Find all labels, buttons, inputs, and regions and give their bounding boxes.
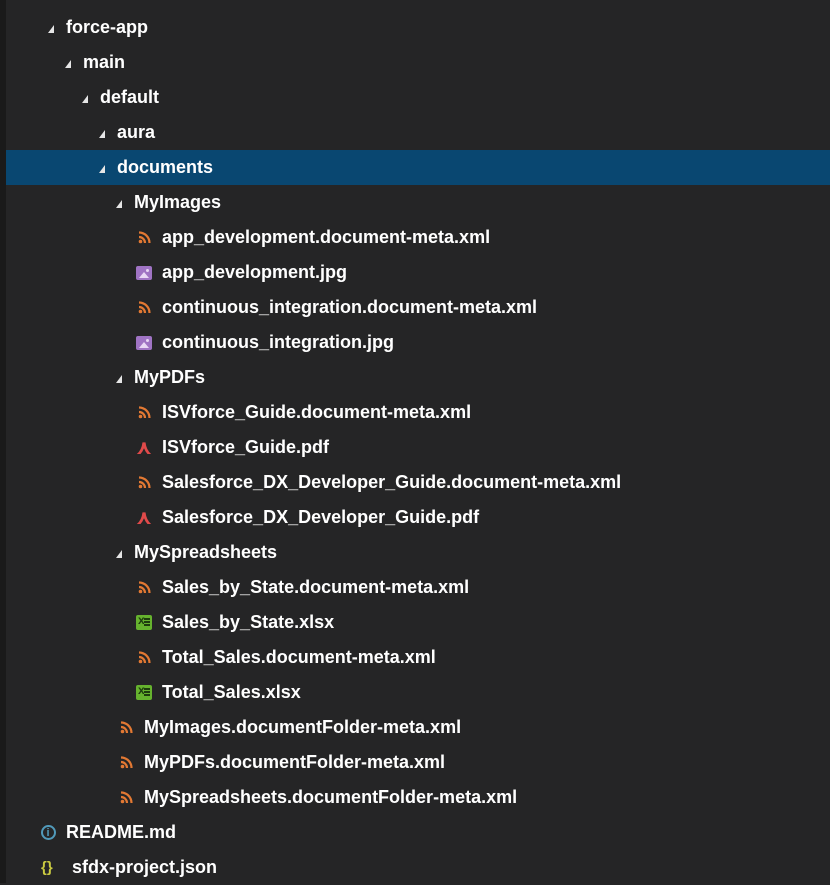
expand-arrow-icon[interactable] — [116, 199, 122, 208]
file-item-continuous-integration-document-meta-xml[interactable]: continuous_integration.document-meta.xml — [6, 290, 830, 325]
item-label: MyPDFs — [134, 367, 206, 387]
item-label: ISVforce_Guide.pdf — [162, 437, 330, 457]
item-label: MyImages.documentFolder-meta.xml — [144, 717, 462, 737]
file-item-readme-md[interactable]: i README.md — [6, 815, 830, 850]
folder-item-documents[interactable]: documents — [6, 150, 830, 185]
file-item-isvforce-guide-pdf[interactable]: ⋏ ISVforce_Guide.pdf — [6, 430, 830, 465]
file-item-total-sales-xlsx[interactable]: Total_Sales.xlsx — [6, 675, 830, 710]
file-item-salesforce-dx-developer-guide-pdf[interactable]: ⋏ Salesforce_DX_Developer_Guide.pdf — [6, 500, 830, 535]
xml-rss-icon — [118, 790, 134, 806]
pdf-file-icon: ⋏ — [135, 506, 153, 529]
item-label: app_development.document-meta.xml — [162, 227, 491, 247]
xml-rss-icon — [136, 230, 152, 246]
folder-item-myimages[interactable]: MyImages — [6, 185, 830, 220]
item-label: ISVforce_Guide.document-meta.xml — [162, 402, 472, 422]
xml-rss-icon — [118, 720, 134, 736]
item-label: continuous_integration.document-meta.xml — [162, 297, 538, 317]
image-file-icon — [136, 335, 152, 351]
file-item-mypdfs-documentfolder-meta-xml[interactable]: MyPDFs.documentFolder-meta.xml — [6, 745, 830, 780]
expand-arrow-icon[interactable] — [99, 164, 105, 173]
xml-rss-icon — [136, 650, 152, 666]
item-label: Sales_by_State.document-meta.xml — [162, 577, 470, 597]
file-item-continuous-integration-jpg[interactable]: continuous_integration.jpg — [6, 325, 830, 360]
folder-item-aura[interactable]: aura — [6, 115, 830, 150]
item-label: MySpreadsheets — [134, 542, 278, 562]
xml-rss-icon — [136, 580, 152, 596]
item-label: Total_Sales.document-meta.xml — [162, 647, 436, 667]
folder-item-force-app[interactable]: force-app — [6, 10, 830, 45]
item-label: continuous_integration.jpg — [162, 332, 394, 352]
file-item-isvforce-guide-document-meta-xml[interactable]: ISVforce_Guide.document-meta.xml — [6, 395, 830, 430]
expand-arrow-icon[interactable] — [48, 24, 54, 33]
file-item-total-sales-document-meta-xml[interactable]: Total_Sales.document-meta.xml — [6, 640, 830, 675]
file-item-sales-by-state-document-meta-xml[interactable]: Sales_by_State.document-meta.xml — [6, 570, 830, 605]
item-label: documents — [117, 157, 214, 177]
file-item-sales-by-state-xlsx[interactable]: Sales_by_State.xlsx — [6, 605, 830, 640]
pdf-file-icon: ⋏ — [135, 436, 153, 459]
excel-file-icon — [136, 683, 152, 701]
file-item-sfdx-project-json[interactable]: {} sfdx-project.json — [6, 850, 830, 885]
folder-item-main[interactable]: main — [6, 45, 830, 80]
item-label: Sales_by_State.xlsx — [162, 612, 335, 632]
folder-item-default[interactable]: default — [6, 80, 830, 115]
item-label: Salesforce_DX_Developer_Guide.pdf — [162, 507, 480, 527]
folder-item-myspreadsheets[interactable]: MySpreadsheets — [6, 535, 830, 570]
item-label: main — [83, 52, 126, 72]
expand-arrow-icon[interactable] — [116, 374, 122, 383]
item-label: force-app — [66, 17, 149, 37]
item-label: MyPDFs.documentFolder-meta.xml — [144, 752, 446, 772]
item-label: app_development.jpg — [162, 262, 348, 282]
file-item-app-development-document-meta-xml[interactable]: app_development.document-meta.xml — [6, 220, 830, 255]
json-braces-icon: {} — [41, 859, 53, 876]
folder-item-mypdfs[interactable]: MyPDFs — [6, 360, 830, 395]
file-item-myspreadsheets-documentfolder-meta-xml[interactable]: MySpreadsheets.documentFolder-meta.xml — [6, 780, 830, 815]
item-label: default — [100, 87, 160, 107]
item-label: MySpreadsheets.documentFolder-meta.xml — [144, 787, 518, 807]
xml-rss-icon — [136, 475, 152, 491]
xml-rss-icon — [136, 405, 152, 421]
xml-rss-icon — [118, 755, 134, 771]
info-icon: i — [40, 825, 56, 841]
expand-arrow-icon[interactable] — [82, 94, 88, 103]
item-label: README.md — [66, 822, 177, 842]
item-label: Salesforce_DX_Developer_Guide.document-m… — [162, 472, 622, 492]
item-label: aura — [117, 122, 156, 142]
file-item-myimages-documentfolder-meta-xml[interactable]: MyImages.documentFolder-meta.xml — [6, 710, 830, 745]
file-explorer-tree: force-app main default aura documents MyImage… — [0, 0, 830, 883]
xml-rss-icon — [136, 300, 152, 316]
item-label: MyImages — [134, 192, 222, 212]
expand-arrow-icon[interactable] — [65, 59, 71, 68]
image-file-icon — [136, 265, 152, 281]
excel-file-icon — [136, 613, 152, 631]
file-item-app-development-jpg[interactable]: app_development.jpg — [6, 255, 830, 290]
file-item-salesforce-dx-developer-guide-document-meta-xml[interactable]: Salesforce_DX_Developer_Guide.document-m… — [6, 465, 830, 500]
expand-arrow-icon[interactable] — [116, 549, 122, 558]
expand-arrow-icon[interactable] — [99, 129, 105, 138]
item-label: Total_Sales.xlsx — [162, 682, 301, 702]
item-label: sfdx-project.json — [72, 857, 218, 877]
